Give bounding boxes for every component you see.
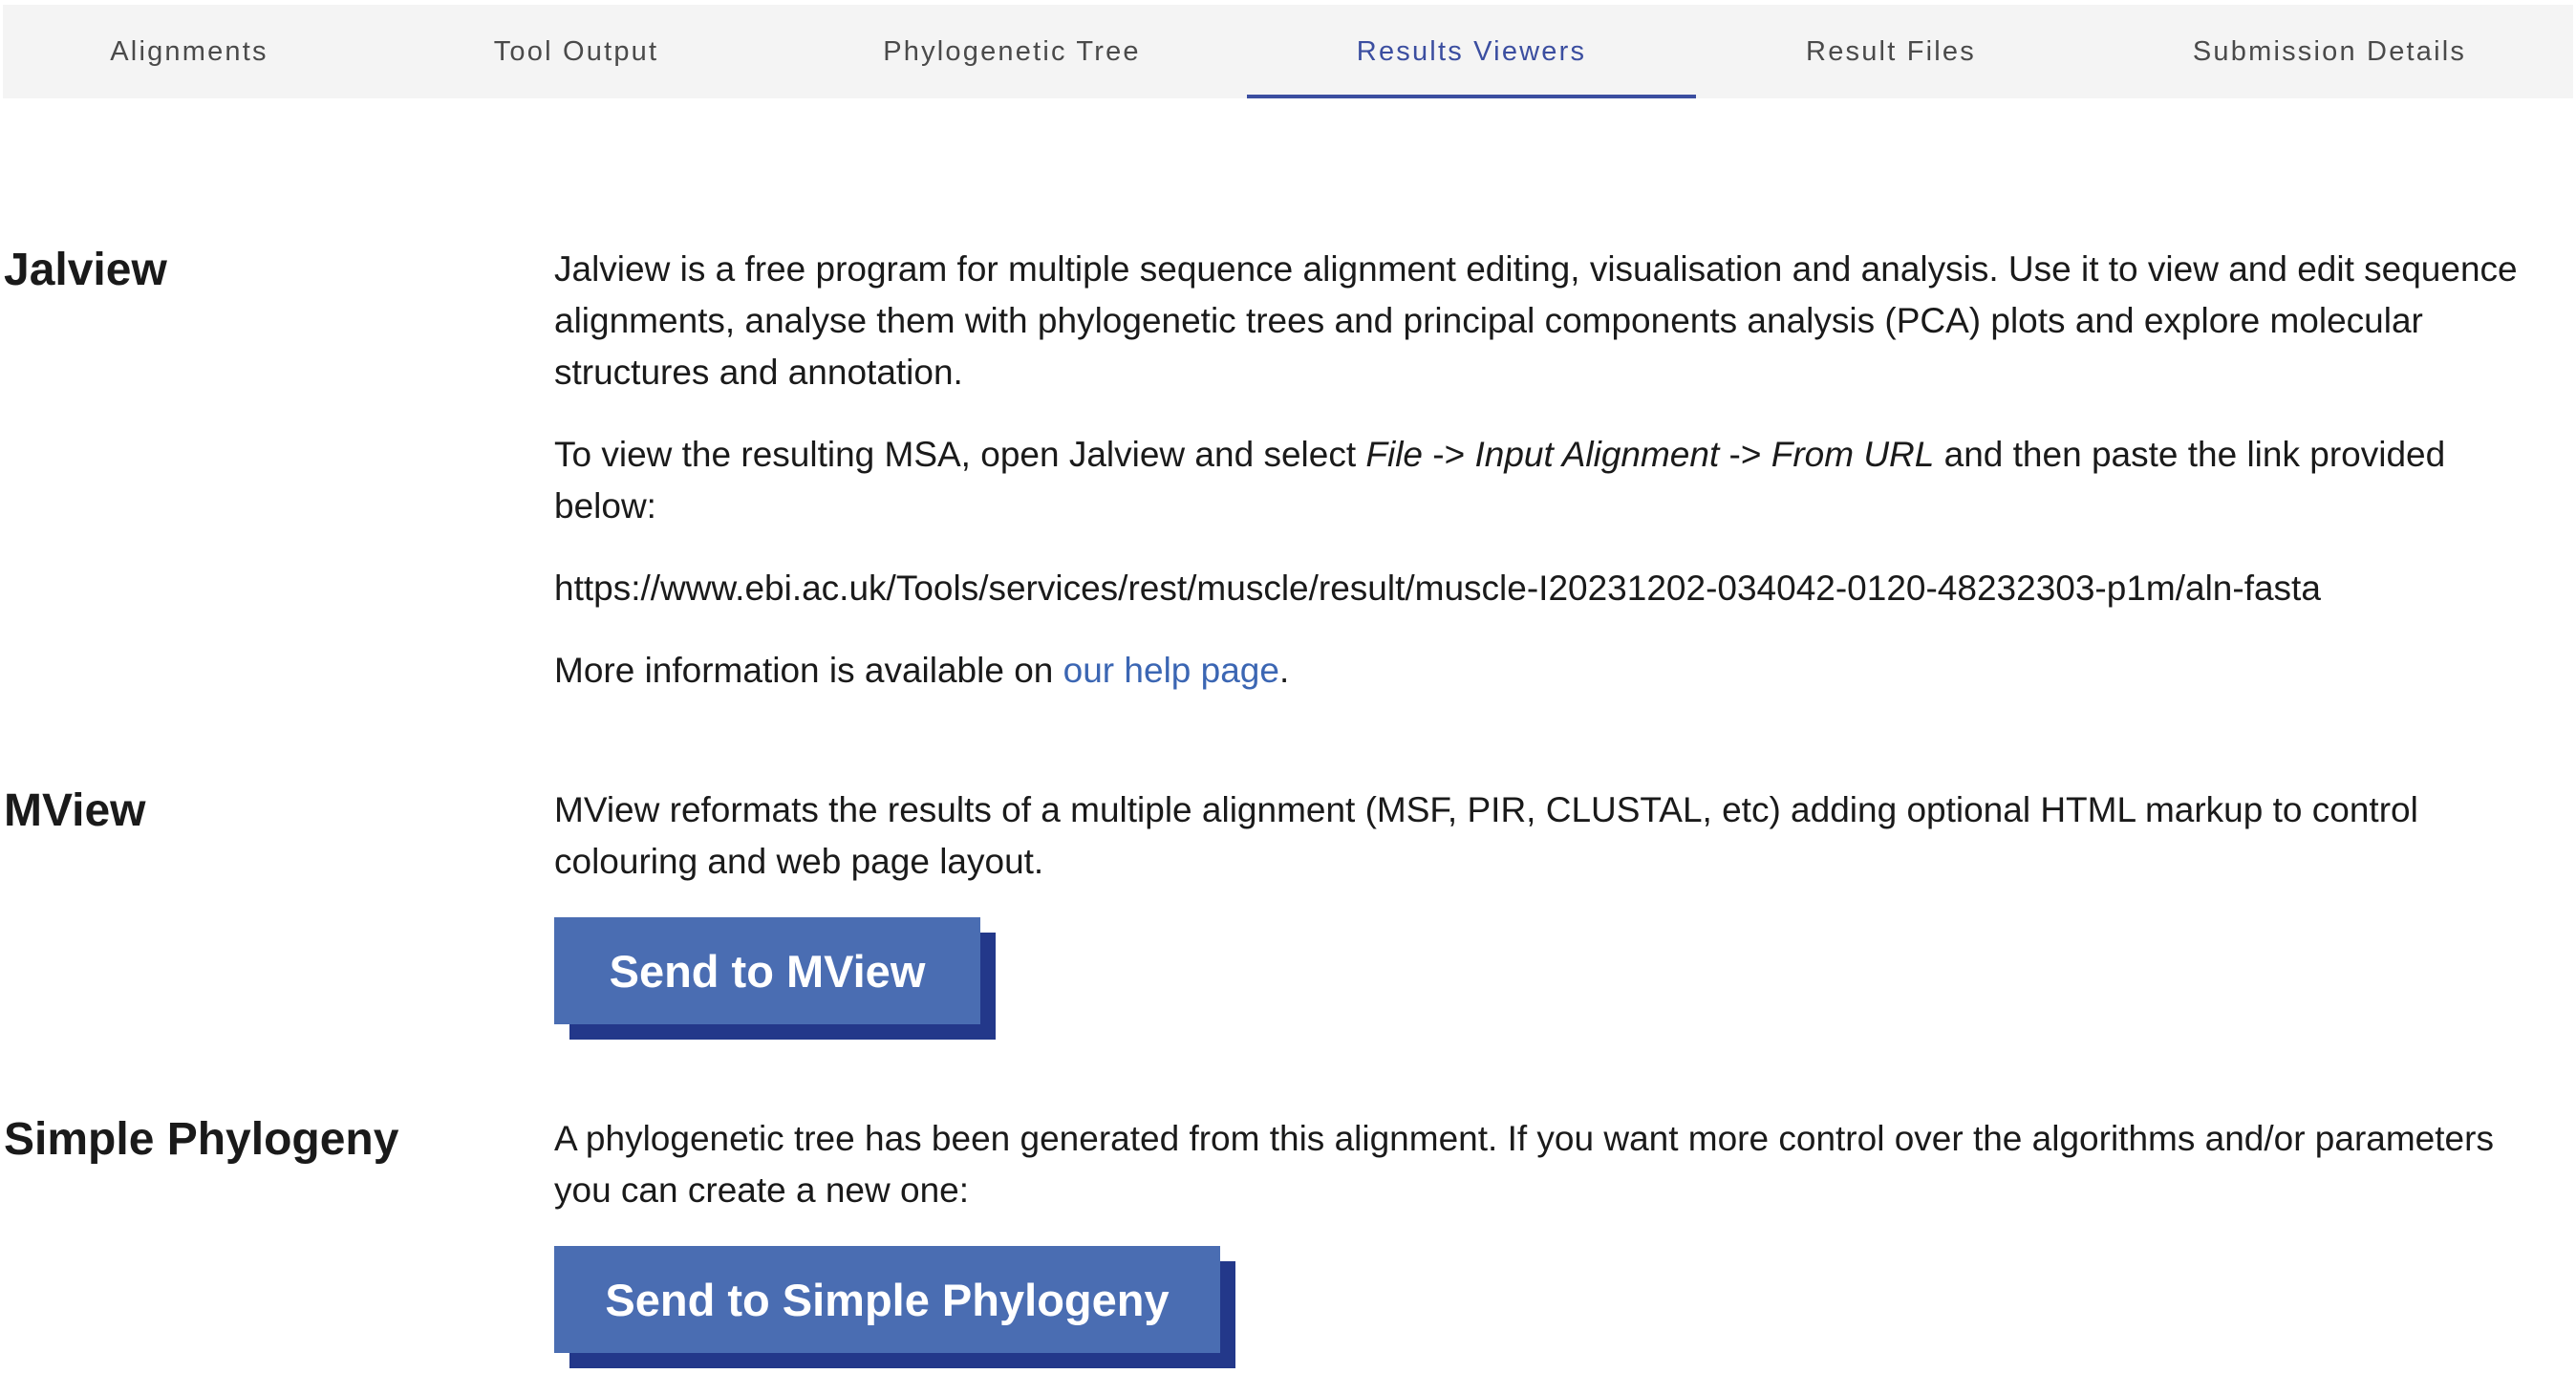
simple-phylogeny-body: A phylogenetic tree has been generated f… [554,1113,2542,1368]
menu-path-from-url: From URL [1771,435,1935,474]
mview-body: MView reformats the results of a multipl… [554,784,2542,1040]
simple-phylogeny-title: Simple Phylogeny [4,1114,399,1165]
mview-button-wrapper: Send to MView [554,917,996,1040]
jalview-body: Jalview is a free program for multiple s… [554,244,2542,697]
jalview-instructions-prefix: To view the resulting MSA, open Jalview … [554,435,1366,474]
jalview-title: Jalview [4,245,167,295]
help-page-link[interactable]: our help page [1063,651,1279,690]
tab-results-viewers[interactable]: Results Viewers [1247,5,1696,98]
tab-alignments[interactable]: Alignments [3,5,376,98]
menu-path-input-alignment: Input Alignment [1474,435,1720,474]
tab-result-files[interactable]: Result Files [1696,5,2086,98]
send-to-simple-phylogeny-button[interactable]: Send to Simple Phylogeny [554,1246,1220,1353]
tab-phylogenetic-tree[interactable]: Phylogenetic Tree [777,5,1247,98]
menu-separator: -> [1719,435,1771,474]
jalview-more-info: More information is available on our hel… [554,645,2542,697]
jalview-description: Jalview is a free program for multiple s… [554,249,2518,392]
mview-title: MView [4,785,146,836]
more-info-prefix: More information is available on [554,651,1063,690]
simple-phylogeny-description: A phylogenetic tree has been generated f… [554,1119,2494,1210]
tab-submission-details[interactable]: Submission Details [2086,5,2573,98]
send-to-mview-button[interactable]: Send to MView [554,917,980,1024]
menu-path-file: File [1365,435,1423,474]
more-info-suffix: . [1278,651,1290,690]
jalview-result-url: https://www.ebi.ac.uk/Tools/services/res… [554,569,2321,608]
tab-tool-output[interactable]: Tool Output [376,5,777,98]
mview-description: MView reformats the results of a multipl… [554,790,2418,881]
simple-phylogeny-button-wrapper: Send to Simple Phylogeny [554,1246,1235,1368]
results-tab-bar: Alignments Tool Output Phylogenetic Tree… [3,5,2573,98]
menu-separator: -> [1423,435,1475,474]
jalview-instructions: To view the resulting MSA, open Jalview … [554,429,2542,532]
